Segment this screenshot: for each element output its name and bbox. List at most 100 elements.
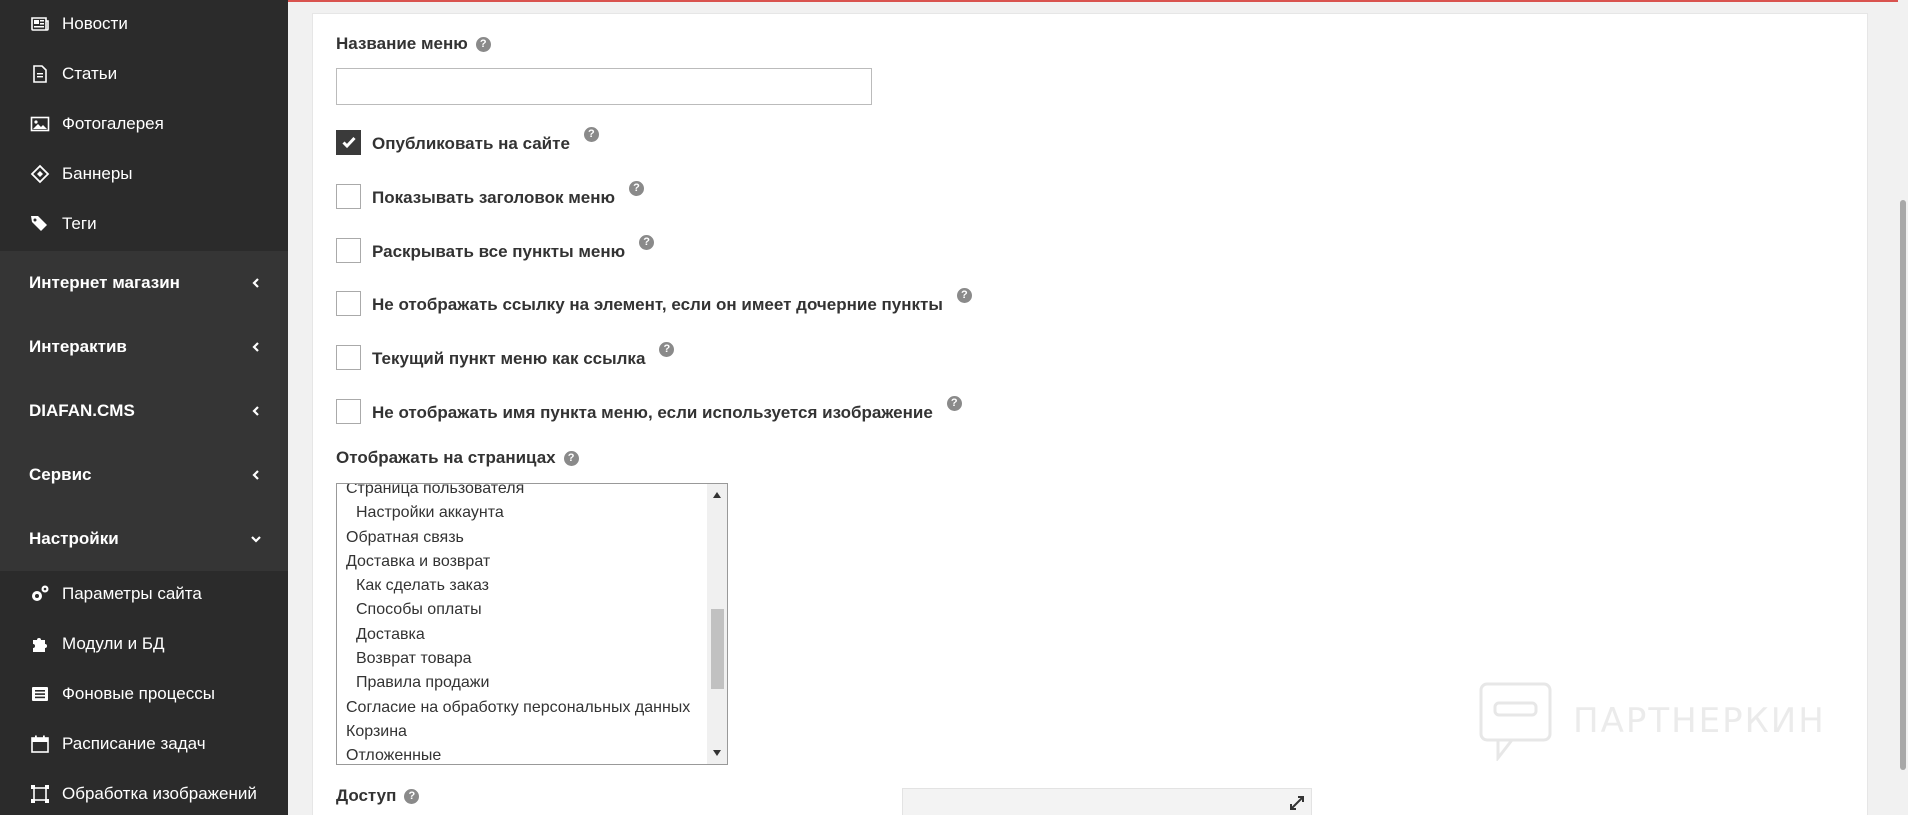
list-item[interactable]: Обратная связь (337, 526, 707, 550)
sidebar-item-label: Модули и БД (62, 634, 165, 653)
sidebar-item-task-schedule[interactable]: Расписание задач (0, 719, 288, 769)
sidebar-item-label: Параметры сайта (62, 584, 202, 603)
sidebar-section-service[interactable]: Сервис (0, 443, 288, 507)
listbox-scroll-thumb[interactable] (711, 609, 724, 689)
section-label: Интернет магазин (29, 273, 180, 292)
checkbox-row-no-parent-link: Не отображать ссылку на элемент, если он… (336, 287, 972, 317)
checkbox-label: Не отображать имя пункта меню, если испо… (372, 403, 933, 422)
list-item[interactable]: Согласие на обработку персональных данны… (337, 696, 707, 720)
list-icon (28, 684, 52, 704)
help-icon[interactable]: ? (563, 450, 579, 466)
sidebar-section-settings[interactable]: Настройки (0, 507, 288, 571)
sidebar-item-label: Обработка изображений (62, 784, 257, 803)
expand-all-checkbox[interactable] (336, 237, 361, 263)
checkbox-row-hide-name-with-image: Не отображать имя пункта меню, если испо… (336, 395, 962, 425)
sidebar-item-label: Теги (62, 214, 97, 233)
list-item[interactable]: Настройки аккаунта (337, 501, 707, 525)
sidebar-item-tags[interactable]: Теги (0, 199, 288, 249)
menu-name-label: Название меню ? (336, 34, 491, 54)
help-icon[interactable]: ? (583, 126, 599, 142)
checkbox-row-current-as-link: Текущий пункт меню как ссылка ? (336, 341, 675, 371)
list-item[interactable]: Страница пользователя (337, 484, 707, 501)
show-title-checkbox[interactable] (336, 183, 361, 209)
chevron-down-icon (250, 533, 262, 545)
checkbox-label: Не отображать ссылку на элемент, если он… (372, 295, 943, 314)
sidebar-item-background-processes[interactable]: Фоновые процессы (0, 669, 288, 719)
checkbox-label: Показывать заголовок меню (372, 188, 616, 207)
help-icon[interactable]: ? (404, 788, 420, 804)
sidebar-item-image-processing[interactable]: Обработка изображений (0, 769, 288, 815)
access-widget (902, 788, 1312, 815)
access-label: Доступ ? (336, 786, 420, 806)
list-item[interactable]: Доставка и возврат (337, 550, 707, 574)
sidebar-settings-group: Параметры сайта Модули и БД Фоновые проц… (0, 569, 288, 815)
list-item[interactable]: Отложенные (337, 744, 707, 764)
sidebar-item-gallery[interactable]: Фотогалерея (0, 99, 288, 149)
sidebar-item-modules[interactable]: Модули и БД (0, 619, 288, 669)
checkbox-label: Опубликовать на сайте (372, 134, 570, 153)
watermark-text: ПАРТНЕРКИН (1573, 701, 1826, 741)
sidebar-item-news[interactable]: Новости (0, 0, 288, 49)
page-scrollbar[interactable] (1898, 0, 1908, 815)
help-icon[interactable]: ? (659, 341, 675, 357)
section-label: Интерактив (29, 337, 127, 356)
gears-icon (28, 584, 52, 604)
list-item[interactable]: Доставка (337, 623, 707, 647)
crop-icon (28, 784, 52, 804)
menu-name-input[interactable] (336, 68, 872, 105)
help-icon[interactable]: ? (946, 395, 962, 411)
pages-label: Отображать на страницах ? (336, 448, 579, 468)
sidebar-item-label: Расписание задач (62, 734, 206, 753)
sidebar-item-site-params[interactable]: Параметры сайта (0, 569, 288, 619)
help-icon[interactable]: ? (475, 36, 491, 52)
pages-options: Страница пользователя Настройки аккаунта… (337, 484, 707, 764)
section-label: DIAFAN.CMS (29, 401, 135, 420)
sidebar-item-banners[interactable]: Баннеры (0, 149, 288, 199)
sidebar-item-label: Статьи (62, 64, 118, 83)
chevron-left-icon (250, 341, 262, 353)
chevron-left-icon (250, 277, 262, 289)
current-as-link-checkbox[interactable] (336, 344, 361, 370)
list-item[interactable]: Корзина (337, 720, 707, 744)
checkbox-label: Текущий пункт меню как ссылка (372, 349, 646, 368)
scroll-down-arrow-icon[interactable] (707, 744, 727, 762)
checkbox-row-expand-all: Раскрывать все пункты меню ? (336, 234, 655, 264)
list-item[interactable]: Возврат товара (337, 647, 707, 671)
top-accent-line (288, 0, 1908, 2)
help-icon[interactable]: ? (639, 234, 655, 250)
chevron-left-icon (250, 469, 262, 481)
pages-multiselect[interactable]: Страница пользователя Настройки аккаунта… (336, 483, 728, 765)
section-label: Настройки (29, 529, 119, 548)
checkmark-icon (341, 136, 356, 149)
sidebar-section-diafan[interactable]: DIAFAN.CMS (0, 379, 288, 443)
hide-name-checkbox[interactable] (336, 398, 361, 424)
sidebar-sections: Интернет магазин Интерактив DIAFAN.CMS С… (0, 251, 288, 571)
publish-checkbox[interactable] (336, 129, 361, 155)
sidebar-section-interactive[interactable]: Интерактив (0, 315, 288, 379)
sidebar-item-articles[interactable]: Статьи (0, 49, 288, 99)
sidebar-item-label: Баннеры (62, 164, 133, 183)
checkbox-row-publish: Опубликовать на сайте ? (336, 126, 599, 156)
help-icon[interactable]: ? (956, 287, 972, 303)
sidebar-item-label: Фоновые процессы (62, 684, 215, 703)
watermark-logo-icon (1479, 682, 1552, 761)
pages-label-text: Отображать на страницах (336, 448, 556, 467)
help-icon[interactable]: ? (629, 180, 645, 196)
no-parent-link-checkbox[interactable] (336, 290, 361, 316)
expand-icon[interactable] (1289, 795, 1305, 811)
list-item[interactable]: Правила продажи (337, 671, 707, 695)
calendar-icon (28, 734, 52, 754)
sidebar-top-group: Новости Статьи Фотогалерея Баннеры Теги (0, 0, 288, 249)
sidebar-section-shop[interactable]: Интернет магазин (0, 251, 288, 315)
tags-icon (28, 214, 52, 234)
page-scroll-thumb[interactable] (1900, 200, 1906, 770)
sidebar: Новости Статьи Фотогалерея Баннеры Теги … (0, 0, 288, 815)
newspaper-icon (28, 14, 52, 34)
list-item[interactable]: Как сделать заказ (337, 574, 707, 598)
file-icon (28, 64, 52, 84)
list-item[interactable]: Способы оплаты (337, 598, 707, 622)
sidebar-item-label: Новости (62, 14, 128, 33)
scroll-up-arrow-icon[interactable] (707, 486, 727, 504)
listbox-scrollbar[interactable] (707, 484, 727, 764)
watermark: ПАРТНЕРКИН (1478, 681, 1826, 761)
